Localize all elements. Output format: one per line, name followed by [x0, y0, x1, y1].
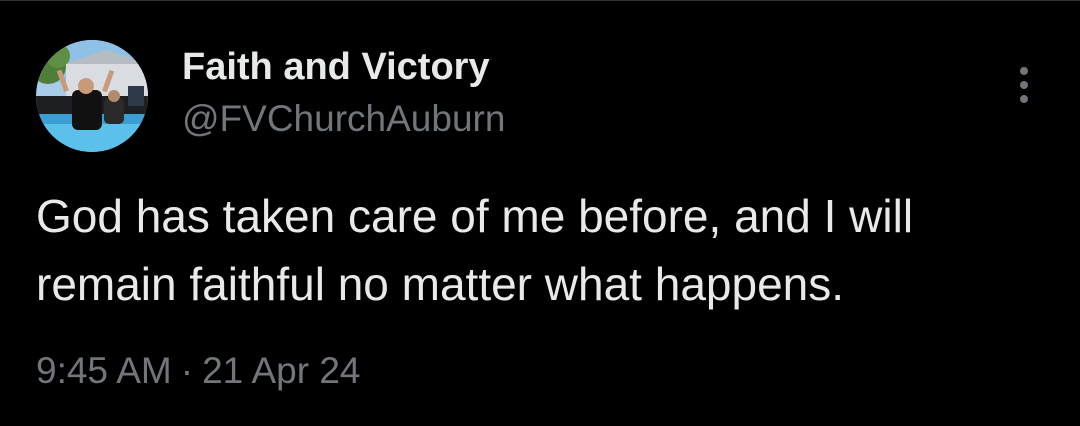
author-name[interactable]: Faith and Victory — [182, 44, 490, 90]
tweet-time[interactable]: 9:45 AM — [36, 350, 172, 391]
more-vertical-icon — [1020, 67, 1028, 103]
meta-separator: · — [180, 350, 194, 391]
tweet-meta: 9:45 AM · 21 Apr 24 — [36, 346, 361, 396]
tweet-date[interactable]: 21 Apr 24 — [202, 350, 360, 391]
tweet[interactable]: Faith and Victory @FVChurchAuburn God ha… — [0, 0, 1080, 426]
author-handle[interactable]: @FVChurchAuburn — [182, 96, 505, 142]
baptism-photo-avatar-icon — [36, 40, 148, 152]
more-button[interactable] — [1004, 62, 1044, 108]
author-avatar[interactable] — [36, 40, 148, 152]
tweet-text: God has taken care of me before, and I w… — [36, 190, 914, 310]
